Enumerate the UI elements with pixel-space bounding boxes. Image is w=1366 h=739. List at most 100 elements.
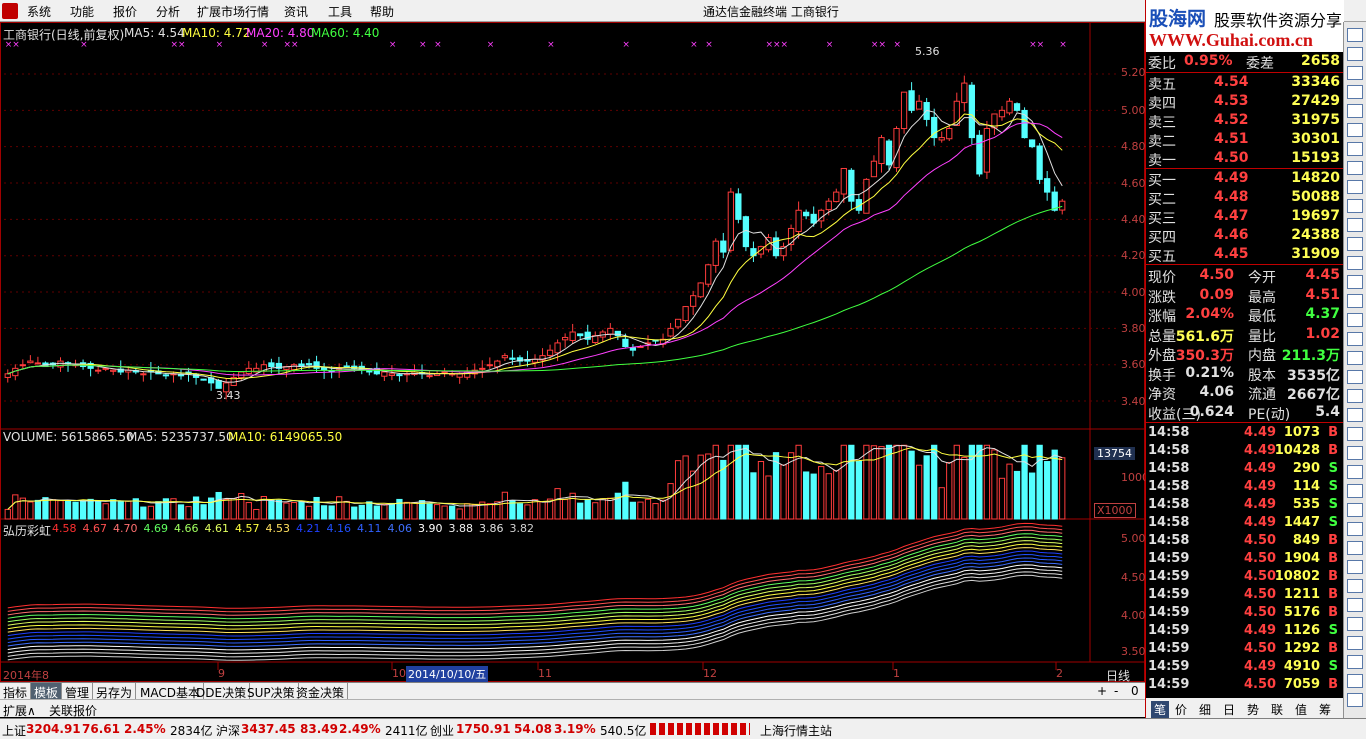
menu-help[interactable]: 帮助 xyxy=(370,3,394,20)
panel-tab[interactable]: 势 xyxy=(1247,701,1259,718)
tab-template[interactable]: 模板 xyxy=(31,683,63,700)
menu-news[interactable]: 资讯 xyxy=(284,3,308,20)
buy-row[interactable]: 买二 4.48 50088 xyxy=(1148,188,1340,208)
panel-tab[interactable]: 联 xyxy=(1271,701,1283,718)
volume-bar xyxy=(426,503,433,520)
tab-indicator[interactable]: 指标 xyxy=(0,683,32,700)
cy-index-value[interactable]: 1750.91 xyxy=(456,722,511,736)
rainbow-axis-tick: 5.00 xyxy=(1121,532,1146,545)
zoom-reset-button[interactable]: 0 xyxy=(1131,684,1139,698)
menu-tools[interactable]: 工具 xyxy=(328,3,352,20)
toolbar-icon[interactable] xyxy=(1347,237,1363,251)
menu-system[interactable]: 系统 xyxy=(27,3,51,20)
toolbar-icon[interactable] xyxy=(1347,674,1363,688)
toolbar-icon[interactable] xyxy=(1347,541,1363,555)
toolbar-icon[interactable] xyxy=(1347,256,1363,270)
toolbar-icon[interactable] xyxy=(1347,47,1363,61)
toolbar-icon[interactable] xyxy=(1347,389,1363,403)
panel-tab[interactable]: 价 xyxy=(1175,701,1187,718)
related-quote-button[interactable]: 关联报价 xyxy=(49,702,97,719)
chart-area[interactable]: × × × × × × × × × × × × × × × × × × × × × × × × × × × 工商银行(日线,前复权)… xyxy=(0,22,1156,683)
toolbar-icon[interactable] xyxy=(1347,332,1363,346)
quote-value: 5.4 xyxy=(1315,403,1340,420)
toolbar-icon[interactable] xyxy=(1347,446,1363,460)
panel-tab[interactable]: 细 xyxy=(1199,701,1211,718)
toolbar-icon[interactable] xyxy=(1347,218,1363,232)
tick-volume: 1447 xyxy=(1283,515,1320,530)
panel-tab[interactable]: 日 xyxy=(1223,701,1235,718)
toolbar-icon[interactable] xyxy=(1347,408,1363,422)
toolbar-icon[interactable] xyxy=(1347,294,1363,308)
menu-ext-market[interactable]: 扩展市场行情 xyxy=(197,3,269,20)
menu-function[interactable]: 功能 xyxy=(70,3,94,20)
panel-tab[interactable]: 值 xyxy=(1295,701,1307,718)
panel-tab[interactable]: 笔 xyxy=(1151,701,1170,718)
toolbar-icon[interactable] xyxy=(1347,161,1363,175)
zoom-out-button[interactable]: - xyxy=(1114,684,1118,698)
toolbar-icon[interactable] xyxy=(1347,484,1363,498)
buy-row[interactable]: 买四 4.46 24388 xyxy=(1148,226,1340,246)
toolbar-icon[interactable] xyxy=(1347,598,1363,612)
tick-volume: 5176 xyxy=(1283,605,1320,620)
server-name[interactable]: 上海行情主站 xyxy=(760,722,832,739)
toolbar-icon[interactable] xyxy=(1347,180,1363,194)
toolbar-icon[interactable] xyxy=(1347,636,1363,650)
signal-marker: × xyxy=(894,40,902,50)
toolbar-icon[interactable] xyxy=(1347,123,1363,137)
tab-manage[interactable]: 管理 xyxy=(62,683,94,700)
toolbar-icon[interactable] xyxy=(1347,522,1363,536)
volume-bar xyxy=(79,500,87,520)
sell-row[interactable]: 卖三 4.52 31975 xyxy=(1148,111,1340,131)
toolbar-icon[interactable] xyxy=(1347,617,1363,631)
toolbar-icon[interactable] xyxy=(1347,579,1363,593)
sz-index-value[interactable]: 3437.45 xyxy=(241,722,296,736)
tick-row: 14:59 4.50 10802 B xyxy=(1148,568,1338,586)
buy-row[interactable]: 买三 4.47 19697 xyxy=(1148,207,1340,227)
menu-quote[interactable]: 报价 xyxy=(113,3,137,20)
toolbar-icon[interactable] xyxy=(1347,313,1363,327)
panel-tab[interactable]: 筹 xyxy=(1319,701,1331,718)
toolbar-icon[interactable] xyxy=(1347,199,1363,213)
volume-bar xyxy=(848,444,855,520)
tick-price: 4.50 xyxy=(1244,569,1277,584)
toolbar-icon[interactable] xyxy=(1347,503,1363,517)
toolbar-icon[interactable] xyxy=(1347,28,1363,42)
candle-body xyxy=(720,240,727,253)
toolbar-icon[interactable] xyxy=(1347,560,1363,574)
candle-body xyxy=(840,167,847,195)
rainbow-value: 4.57 xyxy=(235,522,260,535)
sh-index-value[interactable]: 3204.91 xyxy=(26,722,81,736)
sell-row[interactable]: 卖二 4.51 30301 xyxy=(1148,130,1340,150)
toolbar-icon[interactable] xyxy=(1347,655,1363,669)
buy-row[interactable]: 买一 4.49 14820 xyxy=(1148,169,1340,189)
toolbar-icon[interactable] xyxy=(1347,427,1363,441)
tab-sup[interactable]: SUP决策 xyxy=(244,683,299,700)
tab-save-as[interactable]: 另存为 xyxy=(93,683,137,700)
tab-dde[interactable]: DDE决策 xyxy=(193,683,251,700)
toolbar-icon[interactable] xyxy=(1347,85,1363,99)
quote-label: 流通 xyxy=(1248,387,1276,403)
quote-label: 换手 xyxy=(1148,367,1176,384)
tick-price: 4.50 xyxy=(1244,677,1277,692)
candle-body xyxy=(501,355,509,359)
tab-fund[interactable]: 资金决策 xyxy=(293,683,349,700)
candle-body xyxy=(674,318,682,328)
toolbar-icon[interactable] xyxy=(1347,370,1363,384)
volume-bar xyxy=(516,503,524,520)
toolbar-icon[interactable] xyxy=(1347,351,1363,365)
menu-analysis[interactable]: 分析 xyxy=(156,3,180,20)
toolbar-icon[interactable] xyxy=(1347,693,1363,707)
chart-svg[interactable]: × × × × × × × × × × × × × × × × × × × × × × × × × × × xyxy=(0,22,1145,682)
toolbar-icon[interactable] xyxy=(1347,275,1363,289)
toolbar-icon[interactable] xyxy=(1347,142,1363,156)
sell-row[interactable]: 卖五 4.54 33346 xyxy=(1148,73,1340,93)
toolbar-icon[interactable] xyxy=(1347,104,1363,118)
sell-row[interactable]: 卖一 4.50 15193 xyxy=(1148,149,1340,169)
sell-row[interactable]: 卖四 4.53 27429 xyxy=(1148,92,1340,112)
zoom-in-button[interactable]: + xyxy=(1097,684,1107,698)
volume-bar xyxy=(268,499,275,520)
toolbar-icon[interactable] xyxy=(1347,465,1363,479)
buy-row[interactable]: 买五 4.45 31909 xyxy=(1148,245,1340,265)
expand-button[interactable]: 扩展∧ xyxy=(3,702,36,719)
toolbar-icon[interactable] xyxy=(1347,66,1363,80)
